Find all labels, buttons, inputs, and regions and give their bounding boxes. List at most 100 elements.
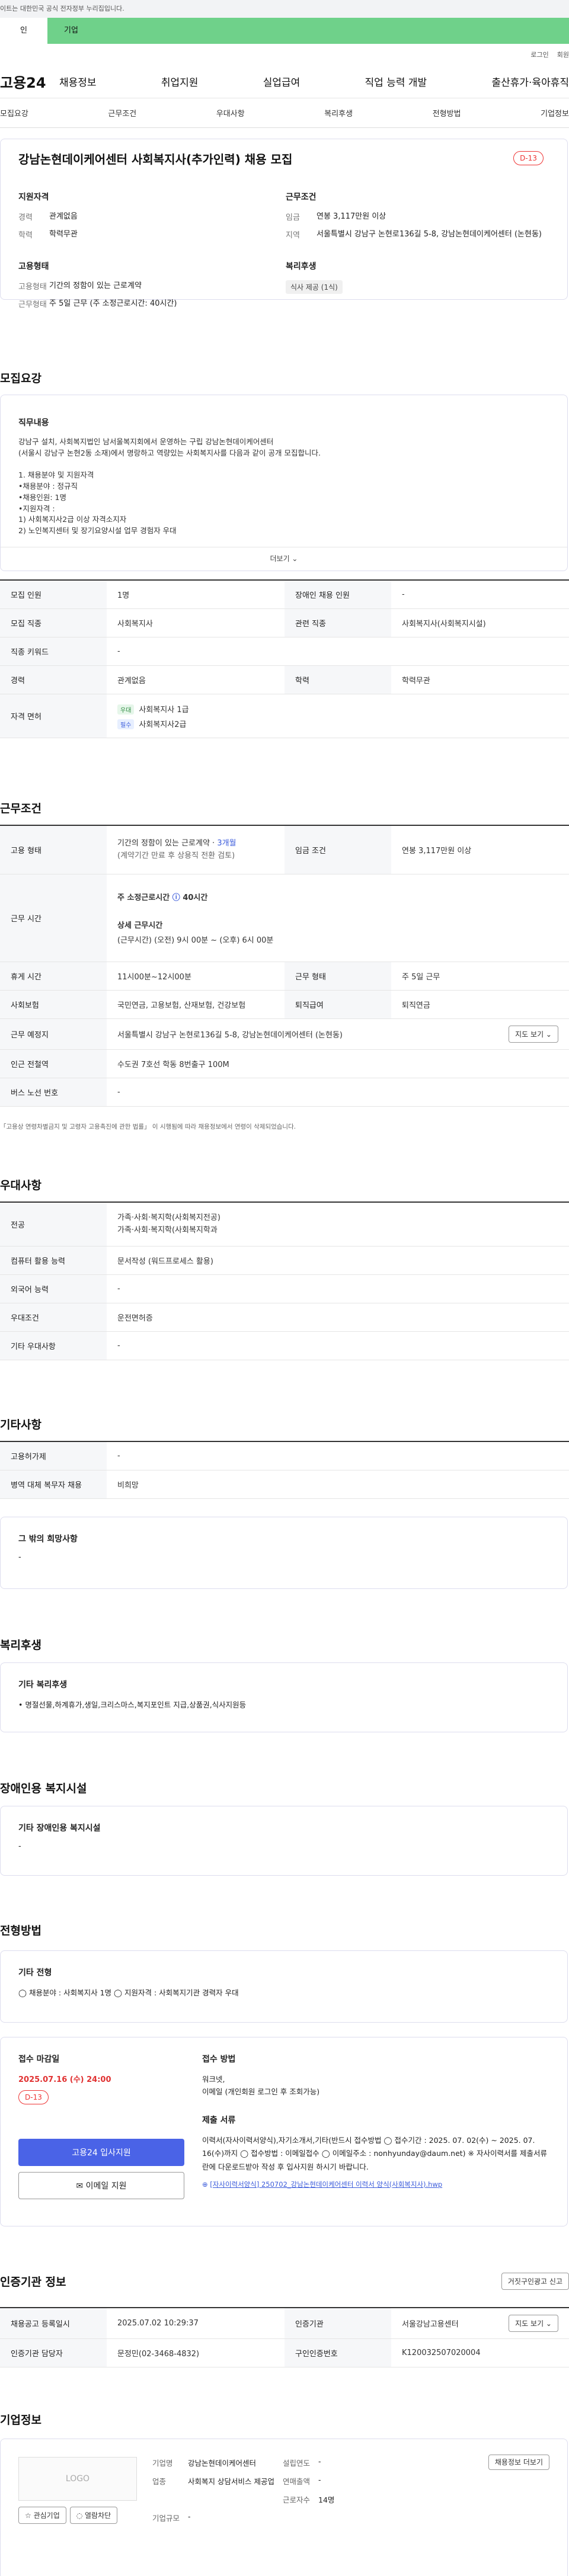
ct-label: 채용공고 등록일시 <box>0 2308 107 2338</box>
hours-label: 근무형태 <box>18 300 47 309</box>
pt-value: 운전면허증 <box>117 1314 153 1323</box>
company-jobs-button[interactable]: 채용정보 더보기 <box>488 2455 549 2470</box>
rt-label: 모집 인원 <box>0 581 107 608</box>
anchor-select[interactable]: 전형방법 <box>433 107 461 118</box>
logo[interactable]: 고용24 <box>0 71 59 92</box>
benefit-box: 기타 복리후생 • 명절선물,하계휴가,생일,크리스마스,복지포인트 지급,상품… <box>0 1662 568 1732</box>
license-name: 사회복지사 1급 <box>139 705 189 715</box>
emp-title: 고용형태 <box>18 262 49 271</box>
nav-item-jobs[interactable]: 채용정보 <box>59 74 97 89</box>
nav-item-training[interactable]: 직업 능력 개발 <box>365 74 427 89</box>
pt-value: 가족·사회·복지학(사회복지전공) 가족·사회·복지학(사회복지학과 <box>117 1213 220 1235</box>
duty-card: 직무내용 강남구 설치, 사회복지법인 남서울복지회에서 운영하는 구립 강남논… <box>0 395 568 571</box>
cp-label: 근로자수 <box>283 2495 311 2504</box>
pt-label: 컴퓨터 활용 능력 <box>0 1247 107 1274</box>
hope-box: 그 밖의 희망사항 - <box>0 1517 568 1589</box>
select-box: 기타 전형 ◯ 채용분야 : 사회복지사 1명 ◯ 지원자격 : 사회복지기관 … <box>0 1950 568 2023</box>
license-badge: 우대 <box>117 704 135 715</box>
wt-emp: 기간의 정함이 있는 근로계약 · <box>117 838 218 848</box>
pt-label: 외국어 능력 <box>0 1275 107 1303</box>
wt-label: 근무 형태 <box>284 962 391 990</box>
wt-value: 수도권 7호선 학동 8번출구 100M <box>117 1060 229 1069</box>
ct-label: 인증기관 담당자 <box>0 2339 107 2367</box>
docs-title: 제출 서류 <box>202 2115 236 2125</box>
wt-value: 11시00분~12시00분 <box>117 973 191 982</box>
tab-company[interactable]: 기업 <box>47 18 95 44</box>
qual-title: 지원자격 <box>18 193 49 202</box>
map-button[interactable]: 지도 보기 ⌄ <box>509 1026 558 1043</box>
email-apply-button[interactable]: ✉ 이메일 지원 <box>18 2172 184 2199</box>
page: 이트는 대한민국 공식 전자정부 누리집입니다. 인 기업 로그인 회원 고용2… <box>0 0 569 2576</box>
etc-table: 고용허가제 - 병역 대체 복무자 채용 비희망 <box>0 1441 569 1499</box>
wt-label: 고용 형태 <box>0 826 107 874</box>
login-link[interactable]: 로그인 <box>530 50 548 59</box>
wt-value: 주 5일 근무 <box>402 973 440 982</box>
hope-title: 그 밖의 희망사항 <box>18 1534 78 1544</box>
et-value: - <box>117 1452 120 1460</box>
apply-box: 접수 마감일 2025.07.16 (수) 24:00 D-13 고용24 입사… <box>0 2037 568 2226</box>
area-label: 지역 <box>286 230 300 240</box>
emp-value: 기간의 정함이 있는 근로계약 <box>49 281 142 290</box>
et-label: 병역 대체 복무자 채용 <box>0 1470 107 1498</box>
rt-label: 경력 <box>0 666 107 694</box>
info-icon: ⓘ <box>172 893 180 902</box>
more-button[interactable]: 더보기 ⌄ <box>1 547 567 563</box>
anchor-work[interactable]: 근무조건 <box>108 107 136 118</box>
recruit-section: 모집요강 <box>0 370 569 386</box>
deadline-value: 2025.07.16 (수) 24:00 <box>18 2075 111 2084</box>
rt-value: - <box>117 647 120 656</box>
anchor-recruit[interactable]: 모집요강 <box>0 107 28 118</box>
recruit-table: 모집 인원 1명 장애인 채용 인원 - 모집 직종 사회복지사 관련 직종 사회복지사(사… <box>0 579 569 738</box>
edu-label: 학력 <box>18 230 33 240</box>
tab-personal[interactable]: 인 <box>0 18 47 44</box>
anchor-company[interactable]: 기업정보 <box>541 107 569 118</box>
pt-label: 기타 우대사항 <box>0 1332 107 1360</box>
cp-value: - <box>188 2512 191 2521</box>
fav-company-button[interactable]: ☆ 관심기업 <box>18 2507 66 2524</box>
work-title: 근무조건 <box>0 802 41 815</box>
cert-map-button[interactable]: 지도 보기 ⌄ <box>509 2315 558 2332</box>
duty-line: 2) 노인복지센터 및 장기요양시설 업무 경험자 우대 <box>18 526 177 535</box>
ct-value: 서울강남고용센터 <box>402 2320 459 2329</box>
duty-title: 직무내용 <box>18 418 49 428</box>
rt-value: 관계없음 <box>117 677 146 685</box>
docs-value: 이력서(자사이력서양식),자기소개서,기타(반드시 접수방법 ◯ 접수기간 : … <box>202 2135 547 2171</box>
pref-title: 우대사항 <box>0 1179 41 1192</box>
area-value: 서울특별시 강남구 논현로136길 5-8, 강남논현데이케어센터 (논현동) <box>317 229 542 239</box>
rt-value: 사회복지사 <box>117 620 153 629</box>
wt-label: 근무 시간 <box>0 874 107 962</box>
et-value: 비희망 <box>117 1481 139 1490</box>
pt-label: 우대조건 <box>0 1303 107 1331</box>
rt-value: - <box>402 590 405 599</box>
wage-value: 연봉 3,117만원 이상 <box>317 212 386 221</box>
career-value: 관계없음 <box>49 212 78 221</box>
attachment-link[interactable]: [자사이력서양식] 250702_강남논현데이케어센터 이력서 양식(사회복지사… <box>210 2180 442 2189</box>
welfare-title: 복리후생 <box>286 262 317 271</box>
pt-value: - <box>117 1284 120 1293</box>
cert-table: 채용공고 등록일시 2025.07.02 10:29:37 인증기관 서울강남고용센터… <box>0 2307 569 2367</box>
report-button[interactable]: 거짓구인광고 신고 <box>501 2273 569 2290</box>
job-title: 강남논현데이케어센터 사회복지사(추가인력) 채용 모집 <box>18 152 293 166</box>
select-text: ◯ 채용분야 : 사회복지사 1명 ◯ 지원자격 : 사회복지기관 경력자 우대 <box>18 1988 239 1997</box>
nav-item-unemployment[interactable]: 실업급여 <box>263 74 301 89</box>
rt-label: 관련 직종 <box>284 609 391 637</box>
license-badge: 필수 <box>117 719 135 729</box>
select-sub: 기타 전형 <box>18 1968 52 1978</box>
select-title: 전형방법 <box>0 1924 41 1937</box>
nav-item-leave[interactable]: 출산휴가·육아휴직 <box>491 74 569 89</box>
apply-button[interactable]: 고용24 입사지원 <box>18 2139 184 2166</box>
anchor-benefit[interactable]: 복리후생 <box>324 107 353 118</box>
wt-label: 버스 노선 번호 <box>0 1078 107 1106</box>
rt-label: 장애인 채용 인원 <box>284 581 391 608</box>
disab-title: 장애인용 복지시설 <box>0 1782 87 1795</box>
anchor-pref[interactable]: 우대사항 <box>216 107 245 118</box>
global-nav: 고용24 채용정보 취업지원 실업급여 직업 능력 개발 출산휴가·육아휴직 <box>0 65 569 98</box>
nav-item-employment-support[interactable]: 취업지원 <box>161 74 199 89</box>
wt-value: 연봉 3,117만원 이상 <box>402 847 472 856</box>
benefit-sub: 기타 복리후생 <box>18 1680 68 1690</box>
block-company-button[interactable]: ◌ 열람차단 <box>69 2507 118 2524</box>
wt-label: 근무 예정지 <box>0 1019 107 1049</box>
signup-link[interactable]: 회원 <box>557 50 569 59</box>
wt-value: 국민연금, 고용보험, 산재보험, 건강보험 <box>117 1001 246 1010</box>
edu-value: 학력무관 <box>49 229 78 239</box>
